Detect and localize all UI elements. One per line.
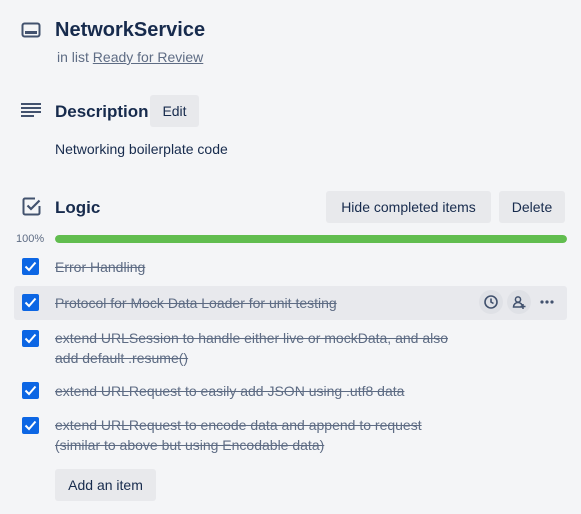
description-text[interactable]: Networking boilerplate code [55, 141, 228, 157]
check-icon [24, 333, 37, 344]
description-icon [21, 103, 41, 117]
item-text[interactable]: extend URLRequest to easily add JSON usi… [55, 381, 404, 401]
checklist-item[interactable]: Protocol for Mock Data Loader for unit t… [14, 286, 567, 320]
in-list-prefix: in list [57, 49, 89, 65]
progress-percent: 100% [16, 233, 45, 245]
checklist-item[interactable]: extend URLRequest to easily add JSON usi… [14, 376, 567, 406]
check-icon [24, 297, 37, 308]
assign-member-icon [512, 296, 526, 309]
checklist-icon [22, 197, 41, 216]
item-text-line-2[interactable]: add default .resume() [55, 348, 188, 368]
item-checkbox[interactable] [22, 382, 39, 399]
item-text-line-1[interactable]: extend URLRequest to encode data and app… [55, 415, 422, 435]
check-icon [24, 261, 37, 272]
checklist-item[interactable]: Error Handling [14, 252, 567, 282]
progress-fill [55, 235, 567, 243]
hide-completed-button[interactable]: Hide completed items [326, 191, 491, 223]
item-text[interactable]: Protocol for Mock Data Loader for unit t… [55, 293, 337, 313]
description-heading: Description [55, 102, 149, 121]
checklist-item[interactable]: extend URLSession to handle either live … [14, 324, 567, 372]
card-icon [21, 22, 41, 38]
list-link[interactable]: Ready for Review [93, 49, 204, 65]
check-icon [24, 385, 37, 396]
edit-description-button[interactable]: Edit [150, 95, 199, 127]
item-text-line-1[interactable]: extend URLSession to handle either live … [55, 328, 448, 348]
item-checkbox[interactable] [22, 417, 39, 434]
more-icon [540, 300, 554, 304]
checklist-title[interactable]: Logic [55, 198, 100, 218]
progress-track [55, 235, 567, 243]
add-item-button[interactable]: Add an item [55, 469, 156, 501]
check-icon [24, 420, 37, 431]
item-checkbox[interactable] [22, 258, 39, 275]
item-actions [477, 290, 567, 316]
card-title: NetworkService [55, 19, 206, 41]
item-checkbox[interactable] [22, 330, 39, 347]
list-location: in list Ready for Review [57, 49, 203, 65]
checklist-item[interactable]: extend URLRequest to encode data and app… [14, 411, 567, 459]
clock-icon [484, 295, 498, 309]
item-checkbox[interactable] [22, 294, 39, 311]
assign-member-button[interactable] [507, 290, 531, 314]
more-button[interactable] [535, 290, 559, 314]
delete-checklist-button[interactable]: Delete [499, 191, 565, 223]
item-text[interactable]: Error Handling [55, 257, 145, 277]
item-text-line-2[interactable]: (similar to above but using Encodable da… [55, 435, 324, 455]
due-date-button[interactable] [479, 290, 503, 314]
